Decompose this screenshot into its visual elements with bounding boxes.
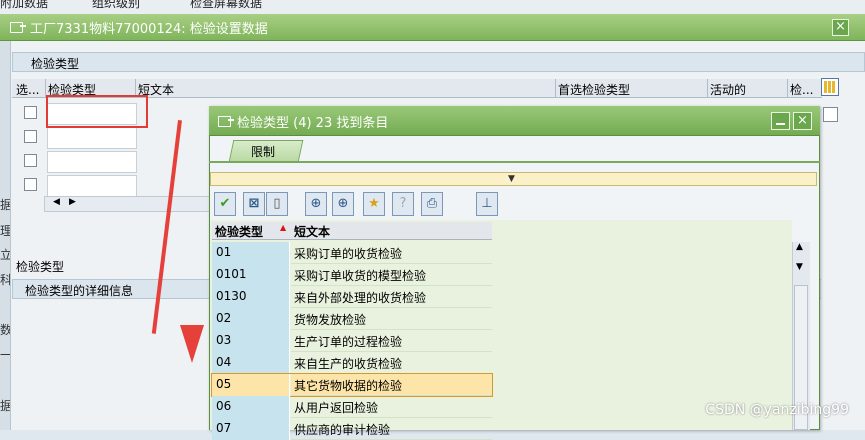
inspection-type-input[interactable] bbox=[47, 127, 137, 149]
dialog-title: 检验类型 (4) 23 找到条目 bbox=[237, 116, 389, 131]
list-item[interactable]: 0101 采购订单收货的模型检验 bbox=[212, 264, 492, 286]
col-inspection-type[interactable]: 检验类型 bbox=[215, 223, 263, 240]
list-item-text[interactable]: 货物发放检验 bbox=[291, 308, 492, 330]
window-title: 工厂7331物料77000124: 检验设置数据 bbox=[30, 22, 268, 37]
detail-title: 检验类型的详细信息 bbox=[25, 284, 134, 298]
table-layout-icon[interactable] bbox=[821, 78, 839, 96]
list-item-text[interactable]: 从用户返回检验 bbox=[291, 396, 492, 418]
minimize-dialog-button[interactable] bbox=[771, 112, 790, 130]
list-item-code[interactable]: 01 bbox=[212, 242, 290, 264]
toolbar-item-org-levels[interactable]: 组织级别 bbox=[92, 0, 140, 11]
list-item-code[interactable]: 04 bbox=[212, 352, 290, 374]
list-item[interactable]: 06 从用户返回检验 bbox=[212, 396, 492, 418]
left-strip-char: 科 bbox=[0, 273, 11, 287]
row-select-checkbox[interactable] bbox=[24, 130, 37, 143]
list-item-code[interactable]: 03 bbox=[212, 330, 290, 352]
app-toolbar: 附加数据 组织级别 检查屏幕数据 bbox=[0, 0, 865, 14]
col-select[interactable]: 选... bbox=[16, 81, 39, 98]
inspection-type-section-header: 检验类型 bbox=[12, 52, 865, 72]
section-title: 检验类型 bbox=[31, 57, 80, 71]
col-short-text[interactable]: 短文本 bbox=[294, 223, 330, 240]
list-item[interactable]: 02 货物发放检验 bbox=[212, 308, 492, 330]
scroll-down-icon[interactable]: ▼ bbox=[796, 262, 803, 272]
table-row bbox=[12, 150, 212, 174]
left-strip-char: 据 bbox=[0, 399, 11, 413]
col-check[interactable]: 检... bbox=[790, 81, 813, 98]
table-row bbox=[12, 126, 212, 150]
list-item-text[interactable]: 采购订单的收货检验 bbox=[291, 242, 492, 264]
annotation-highlight-box bbox=[46, 95, 148, 128]
left-background-strip: 据 理 立 科 数 一 据 bbox=[0, 41, 11, 430]
new-icon[interactable]: ▯ bbox=[266, 192, 288, 216]
row-select-checkbox[interactable] bbox=[24, 106, 37, 119]
list-item-code[interactable]: 0130 bbox=[212, 286, 290, 308]
close-window-button[interactable]: × bbox=[832, 19, 849, 36]
edit-dialog-icon bbox=[218, 116, 234, 127]
binoculars-next-icon[interactable]: ⊕ bbox=[332, 192, 354, 216]
close-dialog-button[interactable]: × bbox=[793, 112, 812, 130]
list-item-selected[interactable]: 05 其它货物收据的检验 bbox=[211, 373, 493, 397]
inspection-type-input[interactable] bbox=[47, 151, 137, 173]
annotation-arrow-head bbox=[180, 325, 204, 363]
table-horizontal-scrollbar[interactable]: ◀ ▶ bbox=[44, 196, 214, 212]
result-list-header: 检验类型 ▲ 短文本 bbox=[212, 222, 492, 240]
left-strip-char: 数 bbox=[0, 323, 11, 337]
inspection-type-input[interactable] bbox=[47, 175, 137, 197]
left-strip-char: 据 bbox=[0, 198, 11, 212]
scroll-right-icon[interactable]: ▶ bbox=[69, 197, 76, 207]
dialog-toolbar: ✔ ⊠ ▯ ⊕ ⊕ ★ ? ⎙ ⊥ bbox=[210, 192, 815, 218]
list-item-text[interactable]: 来自生产的收货检验 bbox=[291, 352, 492, 374]
list-item[interactable]: 04 来自生产的收货检验 bbox=[212, 352, 492, 374]
list-item-code[interactable]: 06 bbox=[212, 396, 290, 418]
dialog-title-bar: 检验类型 (4) 23 找到条目 × bbox=[209, 106, 820, 136]
inspection-type-label: 检验类型 bbox=[16, 260, 65, 274]
list-item-code[interactable]: 0101 bbox=[212, 264, 290, 286]
left-strip-char: 立 bbox=[0, 248, 11, 262]
list-item-text[interactable]: 供应商的审计检验 bbox=[291, 418, 492, 440]
expand-restrictions-icon[interactable]: ▼ bbox=[508, 174, 515, 184]
toolbar-item-additional-data[interactable]: 附加数据 bbox=[0, 0, 48, 11]
right-table-edge bbox=[821, 104, 865, 430]
sort-ascending-icon: ▲ bbox=[280, 223, 287, 232]
binoculars-icon[interactable]: ⊕ bbox=[305, 192, 327, 216]
window-title-bar: 工厂7331物料77000124: 检验设置数据 × bbox=[0, 14, 865, 41]
print-icon[interactable]: ⎙ bbox=[421, 192, 443, 216]
list-item-code[interactable]: 02 bbox=[212, 308, 290, 330]
col-preferred-type[interactable]: 首选检验类型 bbox=[558, 81, 630, 98]
list-item-code[interactable]: 05 bbox=[212, 374, 290, 396]
row-select-checkbox[interactable] bbox=[24, 178, 37, 191]
edit-window-icon bbox=[10, 22, 26, 33]
list-item[interactable]: 07 供应商的审计检验 bbox=[212, 418, 492, 440]
active-checkbox[interactable] bbox=[823, 107, 838, 122]
scroll-left-icon[interactable]: ◀ bbox=[53, 197, 60, 207]
tab-restrictions[interactable]: 限制 bbox=[251, 143, 275, 160]
col-active[interactable]: 活动的 bbox=[710, 81, 746, 98]
check-icon[interactable]: ✔ bbox=[214, 192, 236, 216]
list-item-text[interactable]: 来自外部处理的收货检验 bbox=[291, 286, 492, 308]
watermark: CSDN @yanzibing99 bbox=[705, 402, 849, 418]
left-strip-char: 理 bbox=[0, 224, 11, 238]
star-icon[interactable]: ★ bbox=[363, 192, 385, 216]
list-item-text[interactable]: 其它货物收据的检验 bbox=[291, 374, 492, 396]
list-item[interactable]: 03 生产订单的过程检验 bbox=[212, 330, 492, 352]
list-item-text[interactable]: 生产订单的过程检验 bbox=[291, 330, 492, 352]
scroll-up-icon[interactable]: ▲ bbox=[796, 242, 803, 252]
tab-underline bbox=[209, 161, 820, 163]
left-strip-char: 一 bbox=[0, 348, 11, 362]
list-item-text[interactable]: 采购订单收货的模型检验 bbox=[291, 264, 492, 286]
cancel-icon[interactable]: ⊠ bbox=[243, 192, 265, 216]
pin-icon[interactable]: ⊥ bbox=[476, 192, 498, 216]
list-item-code[interactable]: 07 bbox=[212, 418, 290, 440]
help-icon[interactable]: ? bbox=[392, 192, 414, 216]
list-item[interactable]: 01 采购订单的收货检验 bbox=[212, 242, 492, 264]
table-row bbox=[12, 174, 212, 198]
list-item[interactable]: 0130 来自外部处理的收货检验 bbox=[212, 286, 492, 308]
row-select-checkbox[interactable] bbox=[24, 154, 37, 167]
toolbar-item-check-screen-data[interactable]: 检查屏幕数据 bbox=[190, 0, 262, 11]
